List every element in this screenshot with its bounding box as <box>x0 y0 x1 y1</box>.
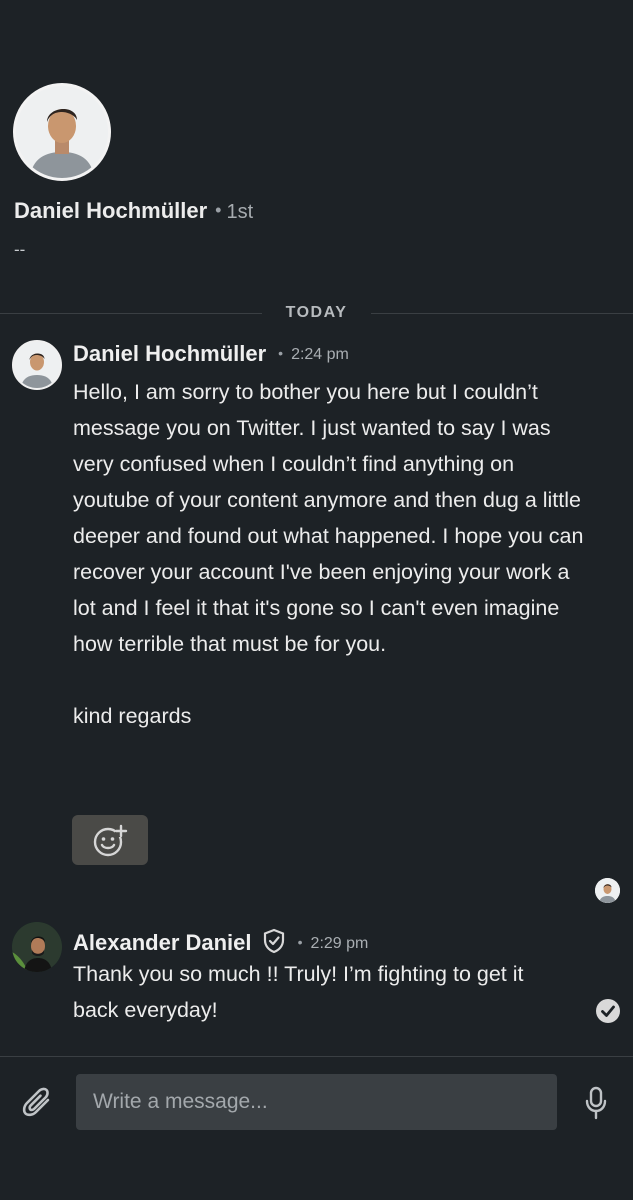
message-header: Alexander Daniel • 2:29 pm <box>73 924 368 956</box>
profile-headline: -- <box>14 240 26 259</box>
profile-name[interactable]: Daniel Hochmüller <box>14 198 207 223</box>
microphone-icon[interactable] <box>582 1085 610 1121</box>
person-photo-icon <box>14 342 60 388</box>
connection-degree: 1st <box>226 201 254 223</box>
message-paragraph: Hello, I am sorry to bother you here but… <box>73 380 584 656</box>
profile-name-line: Daniel Hochmüller • 1st <box>14 198 253 224</box>
conversation-profile-header: Daniel Hochmüller • 1st -- <box>0 0 633 300</box>
date-divider-label: TODAY <box>285 304 348 321</box>
person-photo-icon <box>12 922 62 972</box>
message-input[interactable] <box>76 1074 557 1130</box>
add-reaction-button[interactable] <box>72 815 148 865</box>
add-emoji-icon <box>93 824 128 857</box>
sender-avatar[interactable] <box>12 340 62 390</box>
message-composer <box>0 1056 633 1200</box>
message-paragraph: Thank you so much !! Truly! I’m fighting… <box>73 962 524 1022</box>
checkmark-icon <box>601 1005 615 1017</box>
profile-avatar[interactable] <box>13 83 111 181</box>
message-time: 2:29 pm <box>310 935 369 952</box>
divider-line <box>0 313 262 314</box>
sent-check-icon <box>596 999 620 1023</box>
person-photo-icon <box>595 878 620 903</box>
message-paragraph: kind regards <box>73 704 192 728</box>
shield-check-icon <box>263 928 284 954</box>
date-divider: TODAY <box>0 302 633 326</box>
message-body: Hello, I am sorry to bother you here but… <box>73 374 593 734</box>
divider-line <box>371 313 633 314</box>
message-header: Daniel Hochmüller • 2:24 pm <box>73 341 349 367</box>
sender-name[interactable]: Alexander Daniel <box>73 930 252 955</box>
paperclip-icon[interactable] <box>20 1085 56 1121</box>
separator-dot: • <box>297 934 303 950</box>
sender-name[interactable]: Daniel Hochmüller <box>73 341 266 366</box>
message-body: Thank you so much !! Truly! I’m fighting… <box>73 956 563 1028</box>
person-photo-icon <box>16 86 108 178</box>
separator-dot: • <box>215 200 222 220</box>
read-receipt-avatar <box>595 878 620 903</box>
separator-dot: • <box>278 345 284 361</box>
message-time: 2:24 pm <box>291 346 349 363</box>
sender-avatar[interactable] <box>12 922 62 972</box>
